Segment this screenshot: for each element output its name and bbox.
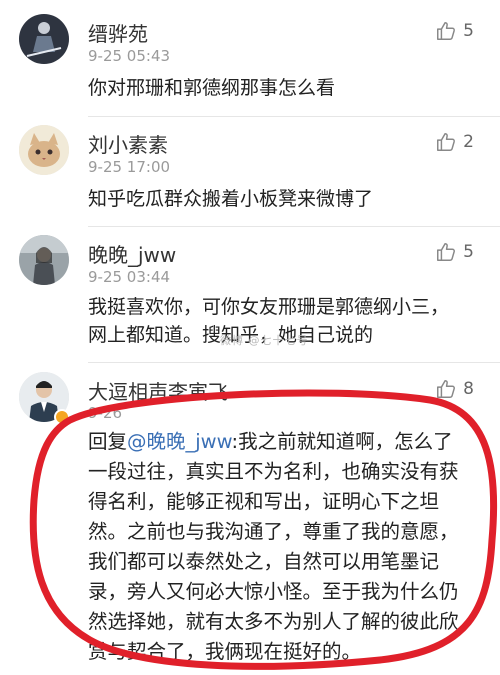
reply-line: 得名利，能够正视和写出，证明心下之坦 (88, 490, 440, 513)
comment-text: 知乎吃瓜群众搬着小板凳来微博了 (88, 188, 374, 210)
divider (88, 362, 500, 363)
commenter-name[interactable]: 晚晚_jww (88, 239, 176, 268)
comment-text: 你对邢珊和郭德纲那事怎么看 (88, 77, 336, 99)
thumbs-up-icon (437, 243, 456, 261)
like-button[interactable]: 8 (435, 378, 474, 400)
comment-time: 9-25 05:43 (88, 47, 171, 65)
like-button[interactable]: 2 (435, 131, 474, 153)
watermark: 微博 @七十七号 (220, 334, 309, 347)
like-button[interactable]: 5 (435, 20, 474, 42)
comment-time: 9-25 03:44 (88, 268, 171, 286)
divider (88, 116, 500, 117)
reply-prefix: 回复 (88, 430, 128, 453)
portrait-avatar-icon[interactable] (19, 235, 69, 285)
commenter-name[interactable]: 大逗相声李寅飞 (88, 376, 228, 405)
comment-time: 9-25 17:00 (88, 158, 171, 176)
comment-time: 9-26 (88, 404, 123, 422)
reply-line: 一段过往，真实且不为名利，也确实没有获 (88, 460, 459, 483)
commenter-name[interactable]: 缙骅苑 (88, 18, 148, 47)
reply-line: 然。之前也与我沟通了，尊重了我的意愿， (88, 520, 459, 543)
cat-avatar-icon[interactable] (19, 125, 69, 175)
mention-link[interactable]: @晚晚_jww (127, 430, 232, 453)
reply-line: 我们都可以泰然处之，自然可以用笔墨记 (88, 550, 440, 573)
reply-line: 然选择她，就有太多不为别人了解的彼此欣 (88, 610, 459, 633)
thumbs-up-icon (437, 22, 456, 40)
reply-line: 录，旁人又何必大惊小怪。至于我为什么仍 (88, 580, 459, 603)
thumbs-up-icon (437, 380, 456, 398)
reply-line: 回复@晚晚_jww:我之前就知道啊，怎么了 (88, 427, 488, 457)
like-count: 8 (463, 379, 474, 399)
thumbs-up-icon (437, 133, 456, 151)
reply-line: 赏与契合了，我俩现在挺好的。 (88, 640, 362, 663)
divider (88, 226, 500, 227)
reply-text: 回复@晚晚_jww:我之前就知道啊，怎么了 一段过往，真实且不为名利，也确实没有… (88, 427, 488, 667)
like-count: 5 (463, 21, 474, 41)
like-count: 5 (463, 242, 474, 262)
comment-text: 我挺喜欢你，可你女友邢珊是郭德纲小三， (88, 296, 450, 318)
reply-line-text: :我之前就知道啊，怎么了 (231, 430, 453, 453)
like-count: 2 (463, 132, 474, 152)
skier-avatar-icon[interactable] (19, 14, 69, 64)
commenter-name[interactable]: 刘小素素 (88, 129, 168, 158)
v-badge-icon (54, 409, 70, 425)
like-button[interactable]: 5 (435, 241, 474, 263)
